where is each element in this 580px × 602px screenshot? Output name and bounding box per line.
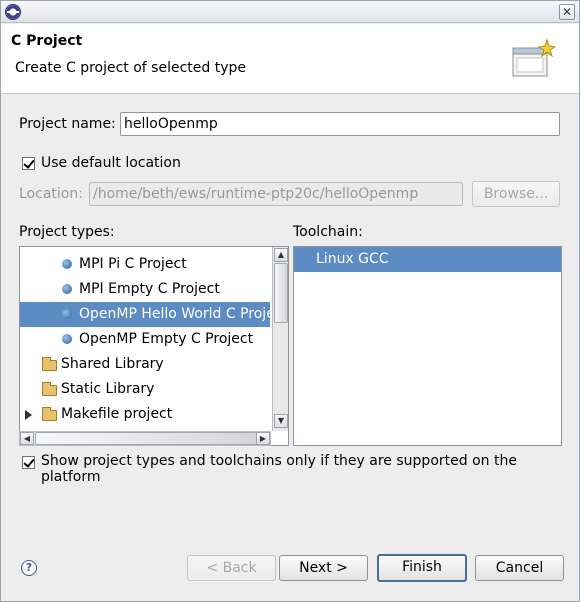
wizard-description: Create C project of selected type [15, 60, 246, 76]
location-input[interactable]: /home/beth/ews/runtime-ptp20c/helloOpenm… [89, 182, 463, 206]
location-label: Location: [19, 186, 83, 202]
scroll-down-icon[interactable]: ▼ [274, 414, 288, 428]
scroll-left-icon[interactable]: ◀ [20, 432, 34, 445]
browse-button[interactable]: Browse... [472, 181, 560, 207]
use-default-location-checkbox[interactable] [22, 157, 35, 170]
expand-arrow-icon[interactable] [25, 410, 32, 420]
supported-only-label: Show project types and toolchains only i… [41, 453, 517, 485]
vertical-scroll-thumb[interactable] [274, 263, 288, 323]
use-default-location-label: Use default location [41, 155, 181, 171]
project-types-label: Project types: [19, 224, 115, 240]
tree-item-shared-library[interactable]: Shared Library [20, 352, 270, 377]
tree-item-mpi-empty[interactable]: MPI Empty C Project [20, 277, 270, 302]
tree-vertical-scrollbar[interactable]: ▲ ▼ [272, 247, 288, 431]
tree-horizontal-scrollbar[interactable]: ◀ ▶ [19, 431, 271, 446]
back-button[interactable]: < Back [187, 555, 276, 581]
tree-item-openmp-hello-world[interactable]: OpenMP Hello World C Project [20, 302, 288, 327]
toolchain-item-linux-gcc[interactable]: Linux GCC [294, 247, 561, 272]
title-bar: ✕ [1, 1, 579, 23]
cancel-button[interactable]: Cancel [475, 555, 564, 581]
tree-item-label: Shared Library [61, 356, 164, 372]
project-name-input[interactable]: helloOpenmp [120, 112, 560, 136]
c-project-dialog: ✕ C Project Create C project of selected… [0, 0, 580, 602]
finish-button[interactable]: Finish [377, 554, 467, 582]
toolchain-list[interactable]: Linux GCC [293, 246, 562, 446]
tree-item-label: OpenMP Hello World C Project [79, 306, 288, 322]
tree-item-mpi-pi[interactable]: MPI Pi C Project [20, 252, 270, 277]
toolchain-label: Toolchain: [293, 224, 363, 240]
tree-item-label: MPI Pi C Project [79, 256, 187, 272]
project-type-bullet-icon [62, 334, 72, 344]
folder-icon [42, 382, 57, 396]
wizard-title: C Project [11, 33, 83, 49]
new-project-wizard-icon [512, 38, 555, 77]
scroll-right-icon[interactable]: ▶ [256, 432, 270, 445]
tree-item-label: OpenMP Empty C Project [79, 331, 254, 347]
next-button[interactable]: Next > [279, 555, 368, 581]
tree-item-static-library[interactable]: Static Library [20, 377, 270, 402]
tree-item-label: Static Library [61, 381, 155, 397]
help-icon[interactable]: ? [21, 560, 37, 576]
horizontal-scroll-thumb[interactable] [35, 432, 257, 445]
project-type-bullet-icon [62, 284, 72, 294]
tree-item-label: Makefile project [61, 406, 173, 422]
wizard-header: C Project Create C project of selected t… [1, 24, 579, 94]
supported-only-checkbox[interactable] [22, 456, 35, 469]
scroll-up-icon[interactable]: ▲ [274, 248, 288, 262]
tree-item-label: MPI Empty C Project [79, 281, 220, 297]
project-type-bullet-icon [62, 259, 72, 269]
project-name-label: Project name: [19, 116, 116, 132]
project-types-tree[interactable]: MPI Pi C Project MPI Empty C Project Ope… [19, 246, 289, 446]
folder-icon [42, 357, 57, 371]
project-type-bullet-icon [62, 309, 72, 319]
tree-item-makefile-project[interactable]: Makefile project [20, 402, 270, 427]
eclipse-icon [5, 4, 21, 20]
folder-icon [42, 407, 57, 421]
tree-item-openmp-empty[interactable]: OpenMP Empty C Project [20, 327, 270, 352]
close-button[interactable]: ✕ [559, 4, 575, 20]
